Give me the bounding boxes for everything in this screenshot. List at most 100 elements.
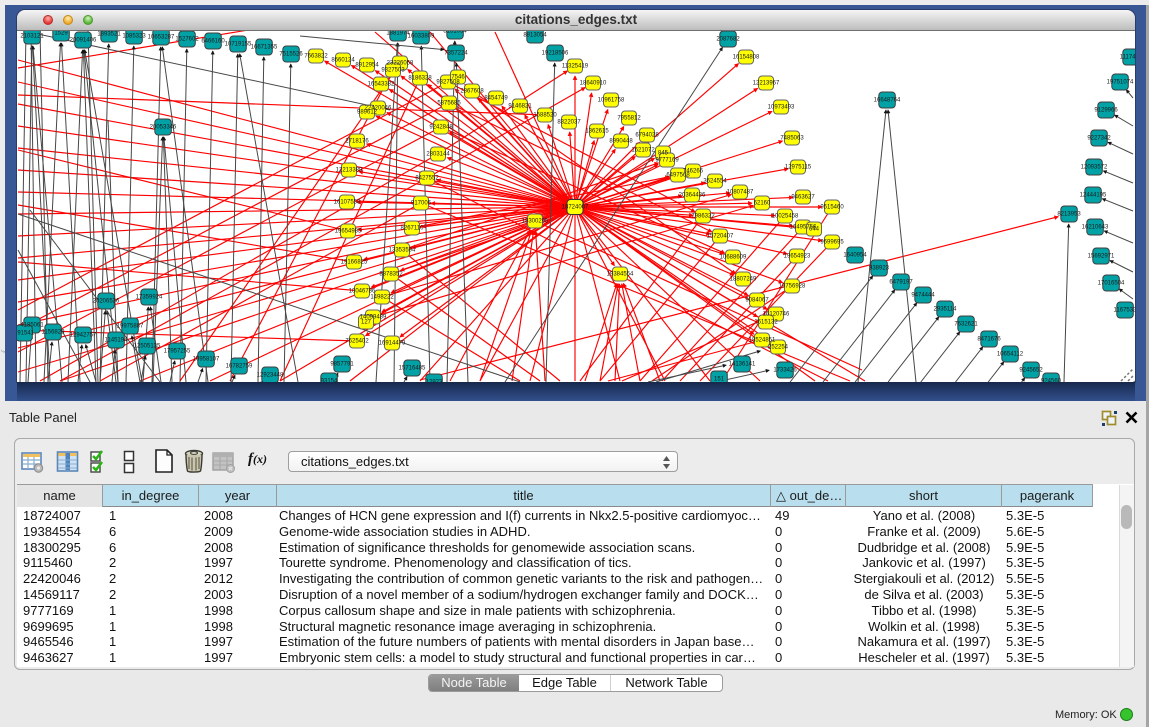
svg-text:4185061: 4185061 [20, 323, 44, 329]
svg-text:12213967: 12213967 [753, 81, 780, 87]
svg-text:9699695: 9699695 [820, 240, 844, 246]
svg-text:62160: 62160 [754, 201, 771, 207]
svg-text:1893521: 1893521 [97, 32, 121, 38]
svg-text:9242848: 9242848 [429, 125, 453, 131]
svg-text:9245652: 9245652 [1019, 368, 1043, 374]
svg-text:12923: 12923 [426, 380, 443, 383]
svg-text:1621072: 1621072 [631, 148, 655, 154]
svg-text:12942757: 12942757 [70, 333, 97, 339]
svg-text:7663822: 7663822 [304, 54, 328, 60]
svg-text:7485063: 7485063 [780, 136, 804, 142]
svg-text:924560: 924560 [1041, 379, 1062, 383]
svg-text:6466160: 6466160 [201, 39, 225, 45]
svg-text:19975887: 19975887 [117, 324, 144, 330]
svg-text:8813054: 8813054 [523, 33, 547, 39]
svg-text:938923: 938923 [869, 266, 890, 272]
svg-text:16210643: 16210643 [1082, 225, 1109, 231]
svg-text:9084067: 9084067 [745, 298, 769, 304]
svg-text:16782759: 16782759 [226, 364, 253, 370]
svg-text:12975115: 12975115 [785, 165, 812, 171]
svg-text:14136141: 14136141 [729, 362, 756, 368]
svg-text:1615132: 1615132 [754, 320, 778, 326]
svg-text:9463627: 9463627 [791, 195, 815, 201]
svg-text:6794028: 6794028 [635, 133, 659, 139]
svg-text:7955812: 7955812 [617, 116, 641, 122]
svg-text:8660124: 8660124 [331, 58, 355, 64]
svg-text:18524851: 18524851 [749, 338, 776, 344]
svg-text:18640910: 18640910 [580, 81, 607, 87]
svg-text:11325419: 11325419 [562, 64, 589, 70]
svg-text:17359924: 17359924 [136, 295, 163, 301]
svg-text:6479197: 6479197 [889, 280, 913, 286]
svg-text:1362615: 1362615 [585, 129, 609, 135]
svg-text:1117489: 1117489 [1120, 55, 1135, 61]
svg-text:252254: 252254 [768, 345, 789, 351]
svg-text:10807487: 10807487 [727, 190, 754, 196]
svg-text:10719155: 10719155 [225, 42, 252, 48]
svg-text:3624554: 3624554 [703, 179, 727, 185]
svg-text:7546: 7546 [451, 75, 465, 81]
svg-text:20053346: 20053346 [150, 125, 177, 131]
svg-text:16154808: 16154808 [733, 55, 760, 61]
svg-text:16033809: 16033809 [408, 34, 435, 40]
svg-text:19756928: 19756928 [779, 284, 806, 290]
svg-text:7625402: 7625402 [345, 339, 369, 345]
svg-text:8471676: 8471676 [977, 337, 1001, 343]
svg-text:9146821: 9146821 [508, 104, 532, 110]
svg-text:2935114: 2935114 [934, 307, 958, 313]
svg-text:1498222: 1498222 [370, 295, 394, 301]
svg-text:13353594: 13353594 [389, 248, 416, 254]
svg-text:9515460: 9515460 [820, 205, 844, 211]
svg-text:391541: 391541 [17, 331, 35, 337]
svg-text:18807249: 18807249 [730, 277, 757, 283]
svg-text:10688609: 10688609 [720, 255, 747, 261]
svg-text:12093572: 12093572 [1081, 165, 1108, 171]
svg-text:9227342: 9227342 [1087, 136, 1111, 142]
svg-text:127: 127 [361, 320, 372, 326]
svg-text:8427552: 8427552 [415, 176, 439, 182]
svg-text:1145194: 1145194 [105, 338, 129, 344]
svg-text:19654923: 19654923 [784, 254, 811, 260]
svg-text:9327503: 9327503 [381, 68, 405, 74]
svg-text:2803144: 2803144 [426, 152, 450, 158]
svg-text:16648764: 16648764 [874, 98, 901, 104]
svg-text:16120746: 16120746 [763, 312, 790, 318]
svg-text:8912954: 8912954 [355, 63, 379, 69]
svg-text:8454749: 8454749 [484, 96, 508, 102]
svg-text:8267110: 8267110 [401, 226, 425, 232]
svg-text:20364436: 20364436 [679, 193, 706, 199]
svg-text:16107553: 16107553 [334, 200, 361, 206]
svg-text:8322037: 8322037 [557, 120, 581, 126]
svg-text:10961758: 10961758 [598, 98, 625, 104]
svg-text:16914479: 16914479 [379, 341, 406, 347]
svg-text:20091406: 20091406 [70, 38, 97, 44]
svg-text:7357224: 7357224 [444, 51, 468, 57]
svg-text:10025458: 10025458 [772, 214, 799, 220]
svg-text:10654112: 10654112 [997, 352, 1024, 358]
svg-text:15692971: 15692971 [1088, 254, 1115, 260]
svg-text:1085323: 1085323 [122, 34, 146, 40]
svg-text:151: 151 [714, 377, 725, 383]
svg-text:2087682: 2087682 [716, 37, 740, 43]
svg-text:16671355: 16671355 [251, 45, 278, 51]
svg-text:8213953: 8213953 [1057, 212, 1081, 218]
svg-text:9777169: 9777169 [655, 158, 679, 164]
svg-text:917006: 917006 [411, 201, 432, 207]
svg-text:93154: 93154 [321, 379, 338, 383]
svg-text:20206536: 20206536 [93, 299, 120, 305]
svg-text:18724007: 18724007 [562, 205, 589, 211]
svg-text:8878352: 8878352 [379, 272, 403, 278]
svg-text:10958107: 10958107 [193, 357, 220, 363]
svg-text:5875685: 5875685 [437, 101, 461, 107]
svg-text:1529: 1529 [54, 31, 68, 37]
svg-text:15716485: 15716485 [399, 366, 426, 372]
svg-text:2867608: 2867608 [460, 89, 484, 95]
svg-text:19218506: 19218506 [542, 51, 569, 57]
svg-text:8990448: 8990448 [609, 139, 633, 145]
svg-text:19166825: 19166825 [341, 260, 368, 266]
svg-text:1167533: 1167533 [1114, 308, 1135, 314]
svg-text:1733426: 1733426 [773, 368, 797, 374]
svg-text:23226058: 23226058 [387, 61, 414, 67]
svg-text:19654985: 19654985 [335, 229, 362, 235]
svg-text:746266: 746266 [683, 169, 704, 175]
